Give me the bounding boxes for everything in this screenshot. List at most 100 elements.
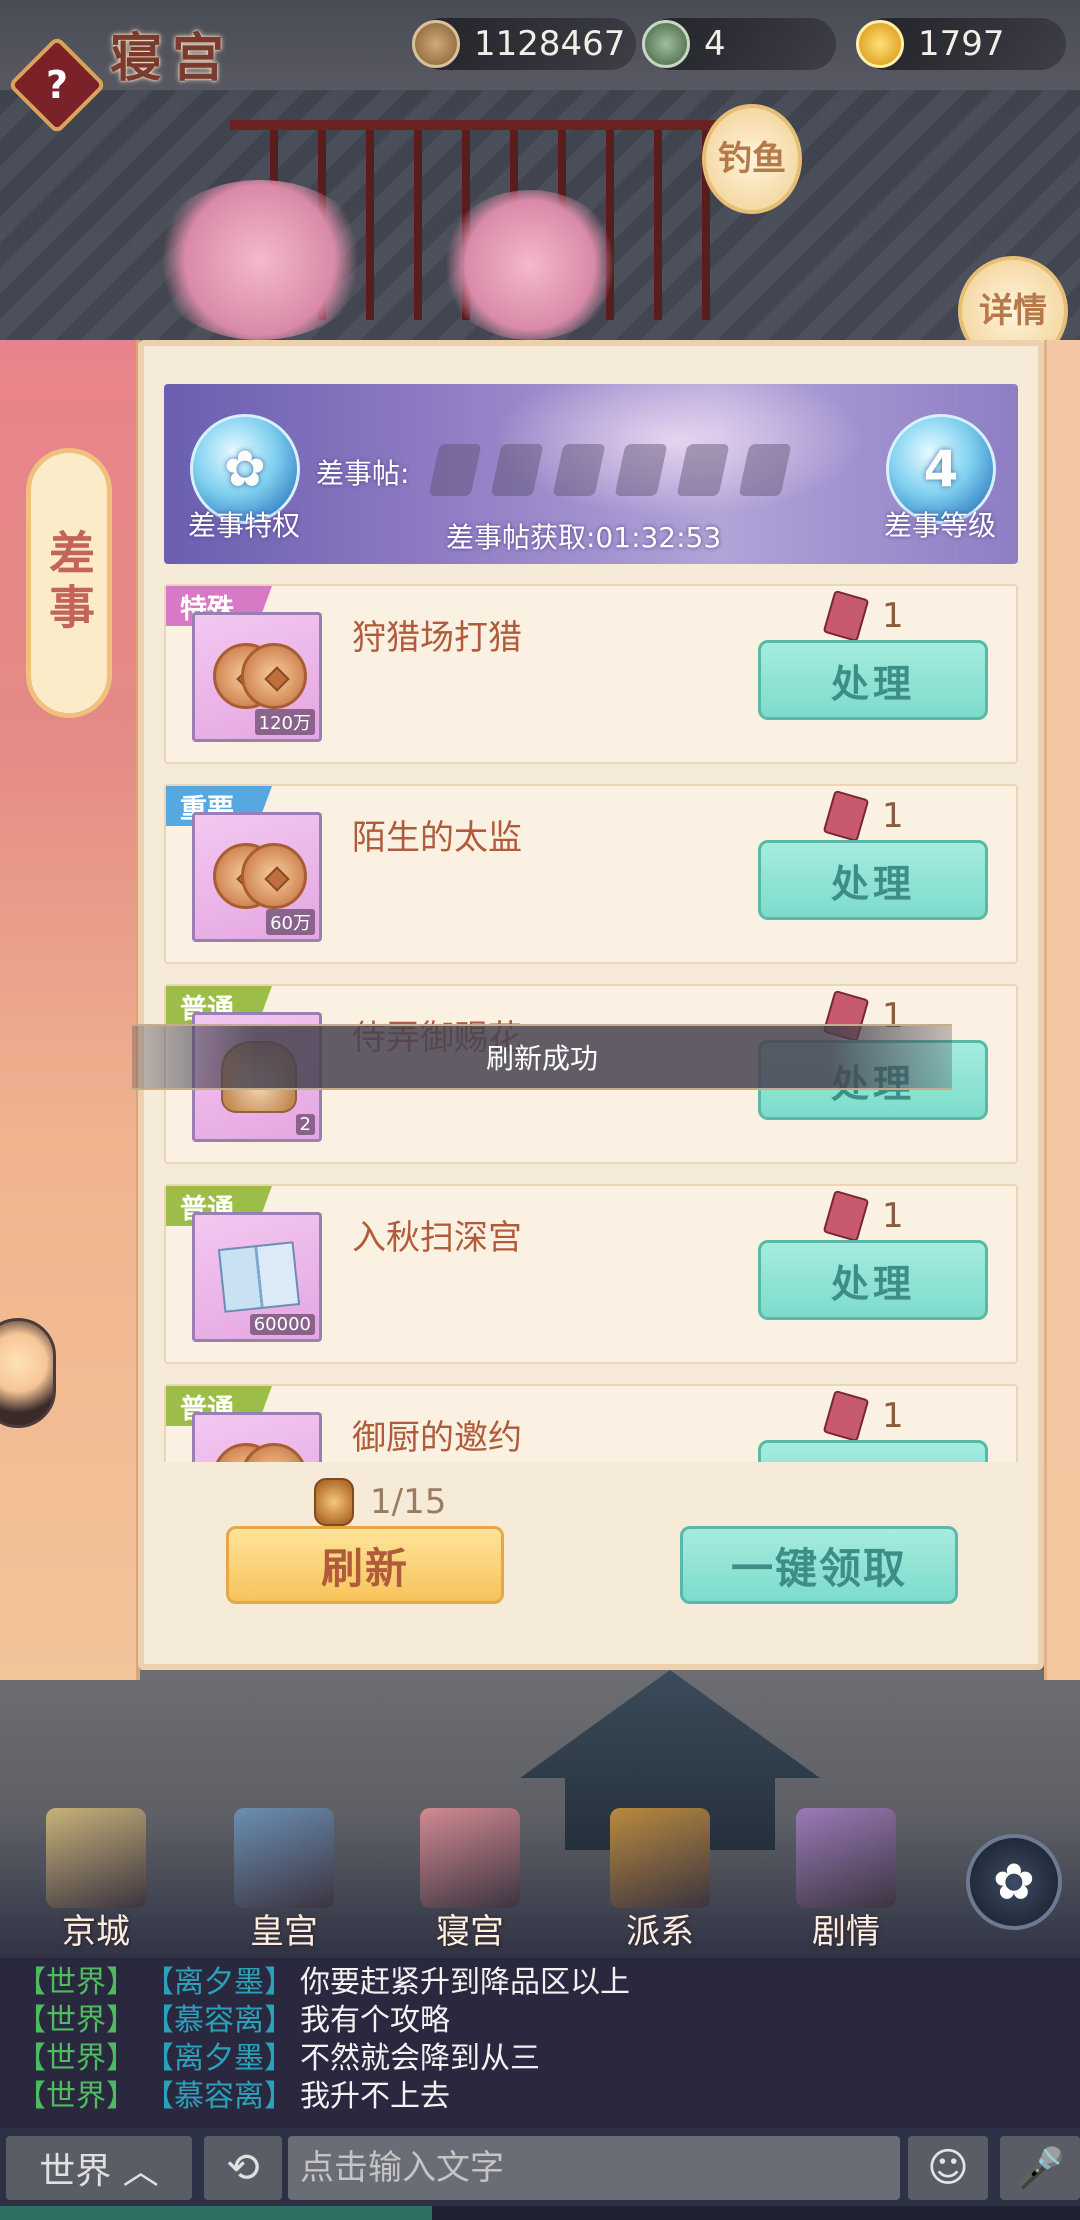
errand-title: 御厨的邀约: [352, 1418, 522, 1458]
microphone-icon: 🎤: [1015, 2145, 1065, 2192]
errand-level-label: 差事等级: [884, 509, 997, 542]
history-button[interactable]: ⟲: [204, 2136, 282, 2200]
chat-text: 我升不上去: [300, 2079, 450, 2114]
palace-icon: [234, 1808, 334, 1908]
clock-icon: ⟲: [226, 2145, 260, 2191]
chat-input[interactable]: [288, 2136, 900, 2200]
chat-log[interactable]: 【世界】 【离夕墨】 你要赶紧升到降品区以上 【世界】 【慕容离】 我有个攻略 …: [0, 1958, 1080, 2128]
voice-button[interactable]: 🎤: [1000, 2136, 1080, 2200]
cherry-blossom-cluster: [150, 180, 370, 340]
cost-value: 1: [882, 596, 904, 636]
jade-currency: 4: [642, 18, 836, 70]
panel-right-frame: [1044, 340, 1080, 1680]
nav-faction[interactable]: 派系: [590, 1800, 730, 1952]
errand-title: 陌生的太监: [352, 818, 522, 858]
errand-item: 普通 60000 入秋扫深宫 1 处理: [164, 1184, 1018, 1364]
jade-icon: [642, 20, 690, 68]
phoenix-emblem-icon: [610, 1808, 710, 1908]
ticket-label: 差事帖:: [316, 457, 410, 490]
privilege-label: 差事特权: [188, 509, 301, 542]
chat-message: 【世界】 【离夕墨】 不然就会降到从三: [16, 2036, 540, 2076]
sakura-menu-button[interactable]: ✿: [966, 1834, 1062, 1930]
jade-amount: 4: [704, 24, 726, 64]
page-title: 寝宫: [110, 28, 235, 89]
errand-item: 普通 御厨的邀约 1 处理: [164, 1384, 1018, 1462]
reward-slot[interactable]: 60000: [192, 1212, 322, 1342]
tab-errands[interactable]: 差事: [26, 448, 112, 718]
reward-slot[interactable]: [192, 1412, 322, 1462]
character-avatar[interactable]: [0, 1318, 56, 1428]
progress-fill: [0, 2206, 432, 2220]
errand-cost: 1: [822, 789, 904, 843]
copper-amount: 1128467: [474, 24, 626, 64]
reward-quantity: 60万: [266, 909, 315, 935]
handle-button[interactable]: 处理: [758, 840, 988, 920]
copper-coin-icon: [412, 20, 460, 68]
chat-message: 【世界】 【离夕墨】 你要赶紧升到降品区以上: [16, 1960, 630, 2000]
reward-slot[interactable]: 120万: [192, 612, 322, 742]
nav-story[interactable]: 剧情: [776, 1800, 916, 1952]
nav-label: 皇宫: [250, 1912, 318, 1952]
nav-label: 京城: [62, 1912, 130, 1952]
fishing-button[interactable]: 钓鱼: [702, 104, 802, 214]
cost-value: 1: [882, 796, 904, 836]
handle-button[interactable]: 处理: [758, 1240, 988, 1320]
reward-quantity: 60000: [249, 1314, 315, 1335]
emoji-button[interactable]: ☺: [908, 2136, 988, 2200]
copper-coins-icon: [241, 843, 307, 909]
errand-title: 入秋扫深宫: [352, 1218, 522, 1258]
top-bar: ? 寝宫 1128467 4 1797: [0, 0, 1080, 135]
cost-value: 1: [882, 1396, 904, 1436]
errand-cost: 1: [822, 1389, 904, 1443]
chat-message: 【世界】 【慕容离】 我有个攻略: [16, 1998, 450, 2038]
nav-label: 派系: [626, 1912, 694, 1952]
nav-bed-chamber[interactable]: 寝宫: [400, 1800, 540, 1952]
story-book-icon: [796, 1808, 896, 1908]
errand-cost: 1: [822, 1189, 904, 1243]
errand-ticket-icon: [822, 589, 870, 643]
copper-currency: 1128467: [412, 18, 636, 70]
bottom-nav: 京城 皇宫 寝宫 派系 剧情: [0, 1800, 1080, 1960]
errand-banner: ✿ 差事特权 差事帖: 差事帖获取:01:32:53 4 差事等级: [164, 384, 1018, 564]
reward-slot[interactable]: 60万: [192, 812, 322, 942]
nav-label: 寝宫: [436, 1912, 504, 1952]
reward-quantity: 2: [295, 1114, 315, 1135]
bed-chamber-icon: [420, 1808, 520, 1908]
question-icon: ?: [45, 63, 69, 107]
tab-errands-label: 差事: [42, 529, 96, 637]
errand-item: 重要 60万 陌生的太监 1 处理: [164, 784, 1018, 964]
chat-message: 【世界】 【慕容离】 我升不上去: [16, 2071, 450, 2115]
gold-ingot-icon: [856, 20, 904, 68]
refresh-counter: 1/15: [314, 1478, 446, 1526]
gold-currency: 1797: [856, 18, 1066, 70]
errand-list[interactable]: 特殊 120万 狩猎场打猎 1 处理 重要 60万 陌生的太监 1 处理 普通 …: [164, 584, 1018, 1462]
handle-button[interactable]: 处理: [758, 640, 988, 720]
chat-channel: 【世界】: [16, 2079, 136, 2114]
cherry-blossom-cluster: [440, 190, 620, 340]
errand-ticket-icon: [822, 1389, 870, 1443]
gold-amount: 1797: [918, 24, 1005, 64]
ticket-slot: [428, 444, 482, 496]
nav-palace[interactable]: 皇宫: [214, 1800, 354, 1952]
nav-label: 剧情: [812, 1912, 880, 1952]
nav-capital[interactable]: 京城: [26, 1800, 166, 1952]
cost-value: 1: [882, 1196, 904, 1236]
claim-all-button[interactable]: 一键领取: [680, 1526, 958, 1604]
handle-button[interactable]: 处理: [758, 1440, 988, 1462]
sakura-icon: ✿: [993, 1853, 1035, 1911]
chat-channel-select[interactable]: 世界 ︿: [6, 2136, 192, 2200]
map-icon: [46, 1808, 146, 1908]
chat-sender[interactable]: 【慕容离】: [144, 2071, 300, 2115]
errand-cost: 1: [822, 589, 904, 643]
errand-title: 狩猎场打猎: [352, 618, 522, 658]
copper-coins-icon: [241, 643, 307, 709]
refresh-count-value: 1/15: [370, 1482, 447, 1522]
smiley-icon: ☺: [927, 2145, 969, 2191]
reward-quantity: 120万: [254, 709, 315, 735]
refresh-token-icon: [314, 1478, 354, 1526]
bottom-progress-strip: [0, 2206, 1080, 2220]
refresh-button[interactable]: 刷新: [226, 1526, 504, 1604]
refresh-success-toast: 刷新成功: [132, 1024, 952, 1090]
errand-ticket-icon: [822, 789, 870, 843]
errand-ticket-icon: [822, 1189, 870, 1243]
